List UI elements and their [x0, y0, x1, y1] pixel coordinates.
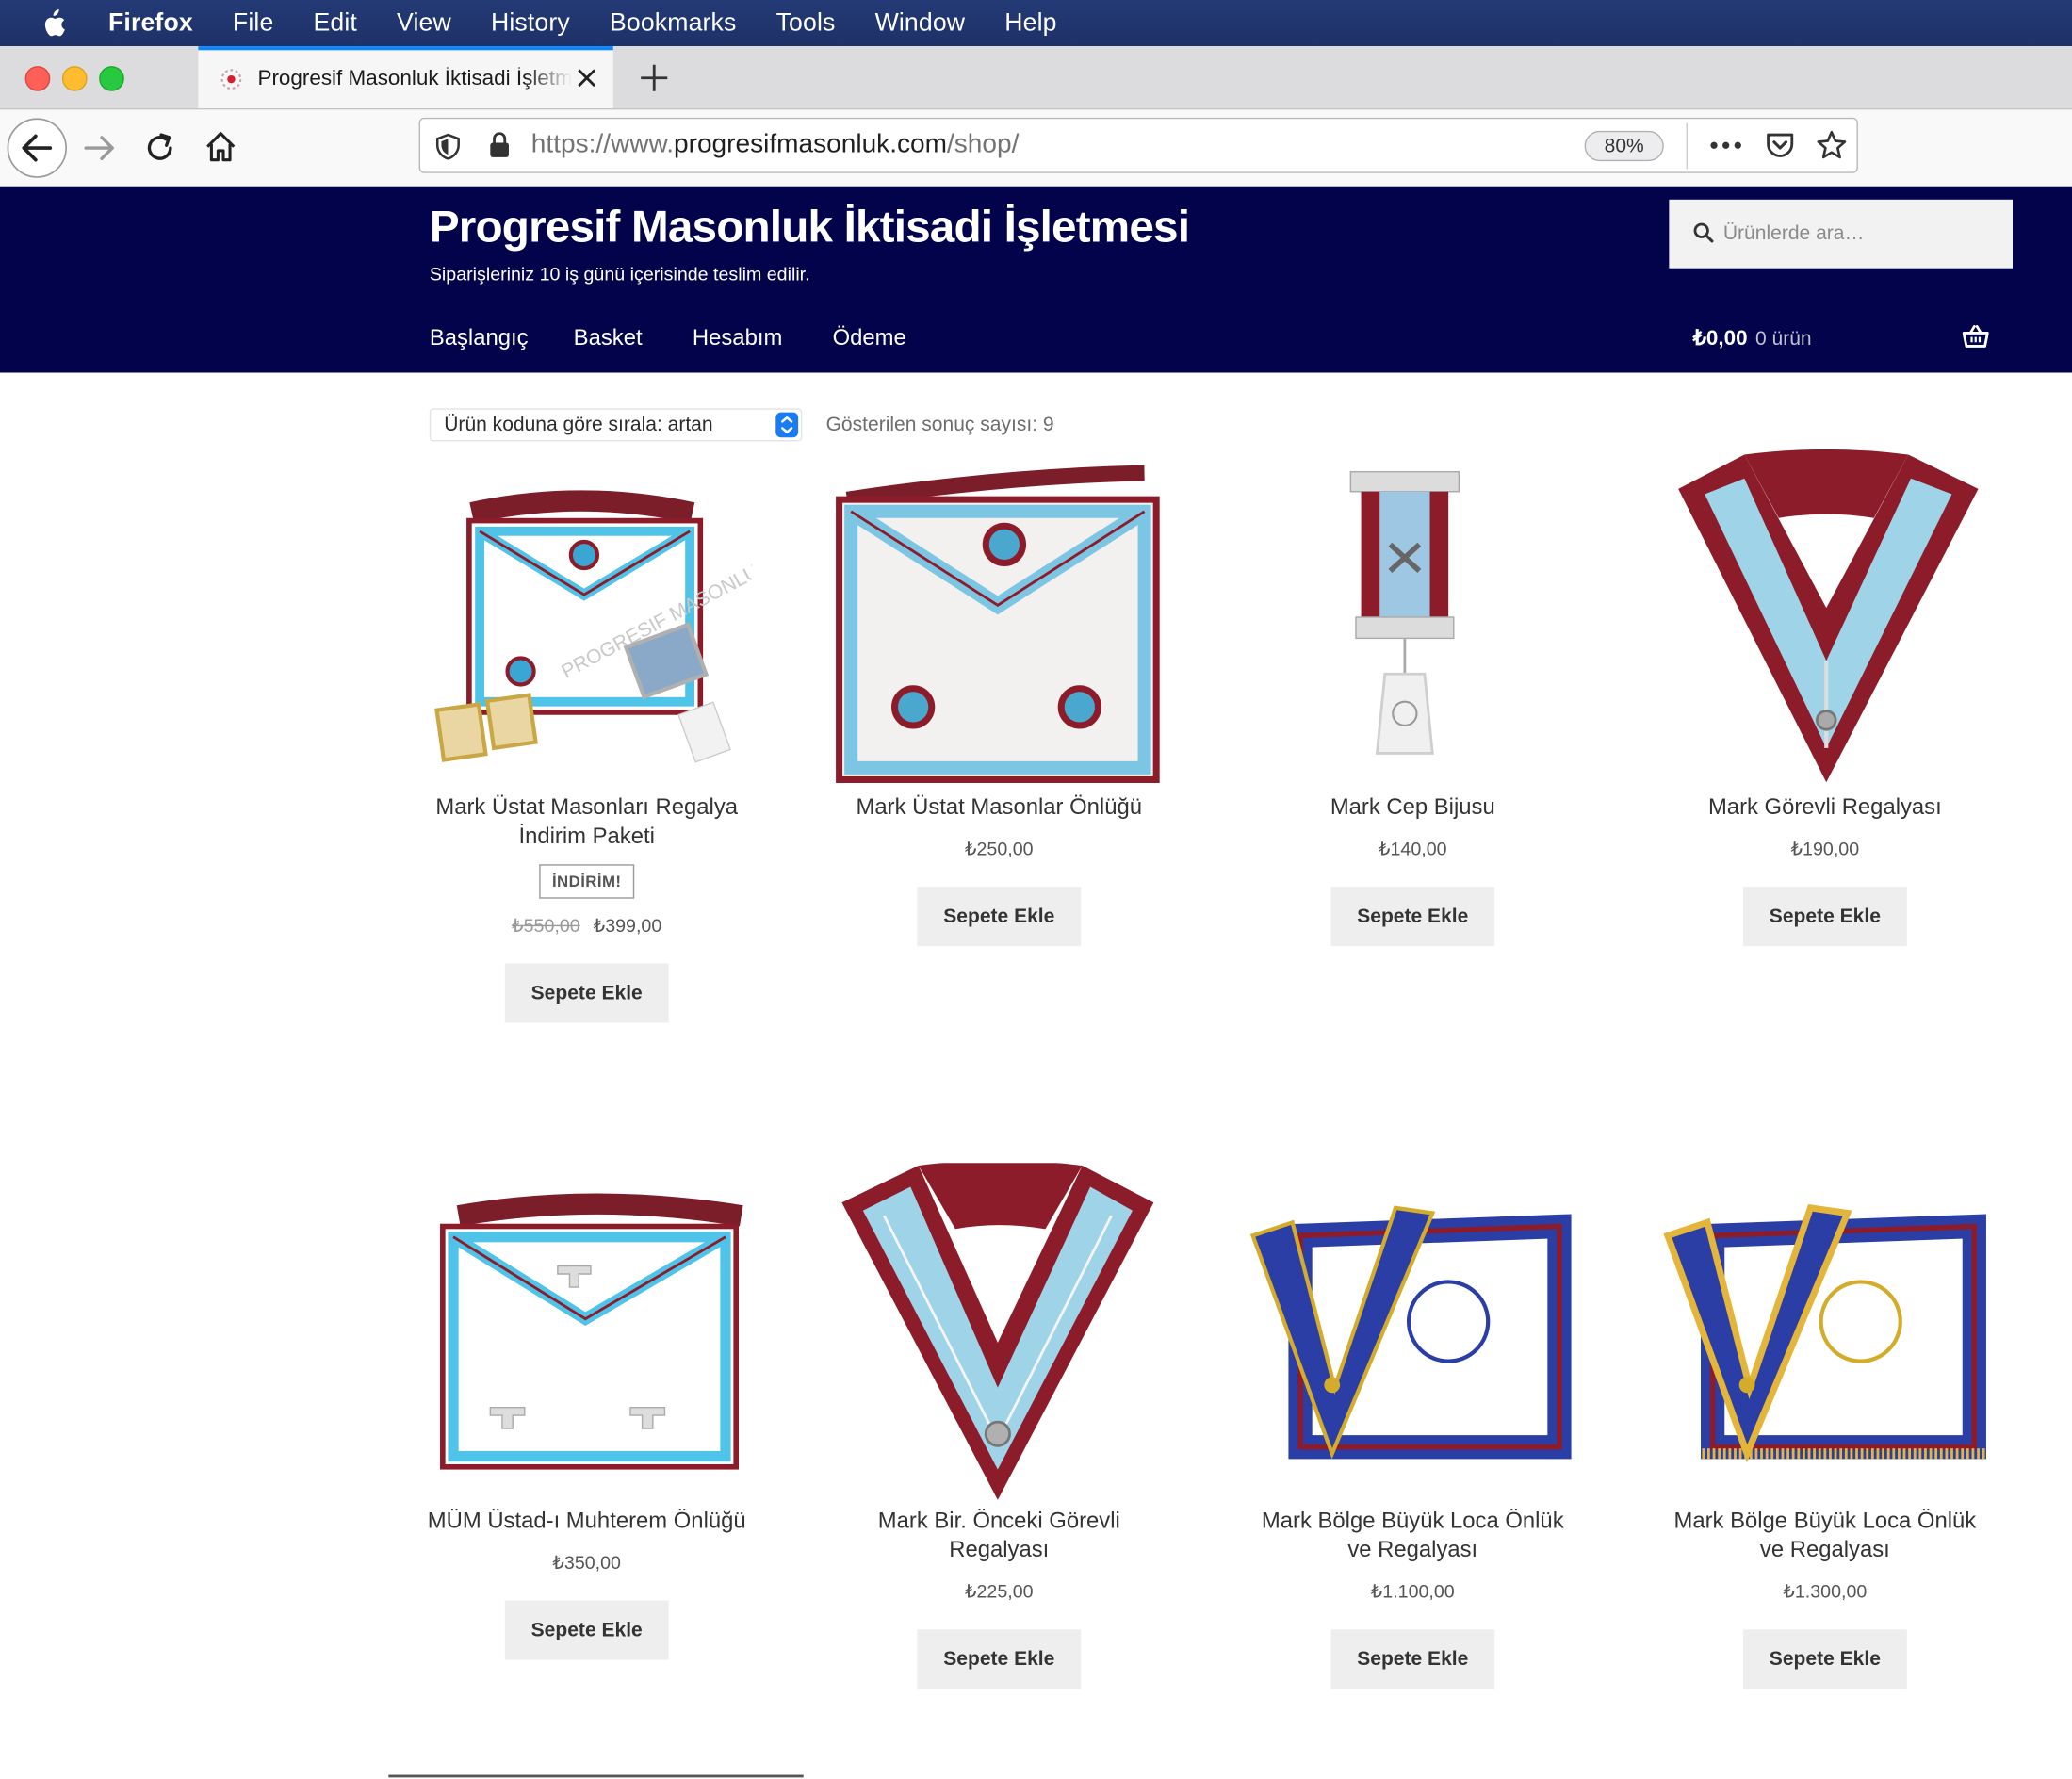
- product-card: PROGRESIF MASONLUK Mark Üstat Masonları …: [421, 449, 775, 1023]
- product-card: MÜM Üstad-ı Muhterem Önlüğü ₺350,00 Sepe…: [421, 1163, 752, 1660]
- apple-icon[interactable]: [40, 8, 76, 38]
- product-price: ₺1.300,00: [1783, 1580, 1868, 1602]
- add-to-cart-button[interactable]: Sepete Ekle: [504, 963, 669, 1023]
- nav-item-hesabim[interactable]: Hesabım: [693, 325, 782, 351]
- pagination-divider: [388, 1774, 804, 1778]
- menu-edit[interactable]: Edit: [313, 8, 356, 38]
- close-window-button[interactable]: [24, 66, 51, 91]
- minimize-window-button[interactable]: [61, 66, 88, 91]
- zoom-indicator[interactable]: 80%: [1584, 130, 1664, 162]
- shopping-basket-icon[interactable]: [1962, 325, 1989, 349]
- forward-icon[interactable]: [82, 131, 119, 165]
- reload-icon[interactable]: [142, 131, 176, 165]
- product-title[interactable]: Mark Görevli Regalyası: [1660, 793, 1991, 823]
- product-card: Mark Cep Bijusu ₺140,00 Sepete Ekle: [1248, 449, 1578, 947]
- zoom-window-button[interactable]: [99, 66, 124, 91]
- bookmark-star-icon[interactable]: [1816, 129, 1848, 161]
- site-title[interactable]: Progresif Masonluk İktisadi İşletmesi: [430, 203, 1190, 254]
- product-image-pocket-jewel[interactable]: [1248, 449, 1578, 793]
- product-title[interactable]: Mark Bölge Büyük Loca Önlük ve Regalyası: [1248, 1507, 1578, 1565]
- product-image-apron-kit[interactable]: PROGRESIF MASONLUK: [421, 449, 775, 793]
- search-icon: [1693, 222, 1714, 243]
- menu-history[interactable]: History: [491, 8, 570, 38]
- site-favicon-icon: [220, 69, 242, 90]
- product-title[interactable]: Mark Bir. Önceki Görevli Regalyası: [834, 1507, 1165, 1565]
- browser-tab-active[interactable]: Progresif Masonluk İktisadi İşletmesi: [198, 46, 613, 109]
- product-card: Mark Üstat Masonlar Önlüğü ₺250,00 Sepet…: [834, 449, 1165, 947]
- page-actions-icon[interactable]: [1710, 140, 1742, 151]
- nav-item-basket[interactable]: Basket: [574, 325, 643, 351]
- cart-count: 0 ürün: [1754, 327, 1812, 351]
- product-old-price: ₺550,00: [512, 914, 580, 936]
- product-image-officer-collar[interactable]: [1660, 449, 1991, 793]
- product-price: ₺225,00: [965, 1580, 1034, 1602]
- product-card: Mark Bölge Büyük Loca Önlük ve Regalyası…: [1248, 1163, 1578, 1689]
- product-price: ₺250,00: [965, 838, 1034, 859]
- product-sale-price: ₺399,00: [593, 914, 662, 936]
- product-title[interactable]: Mark Cep Bijusu: [1248, 793, 1578, 823]
- url-bar[interactable]: https://www.progresifmasonluk.com/shop/ …: [418, 117, 1858, 173]
- add-to-cart-button[interactable]: Sepete Ekle: [504, 1600, 669, 1660]
- sale-badge: İNDİRİM!: [538, 864, 635, 899]
- site-tagline: Siparişleriniz 10 iş günü içerisinde tes…: [429, 263, 810, 285]
- nav-item-odeme[interactable]: Ödeme: [833, 325, 906, 351]
- result-count: Gösterilen sonuç sayısı: 9: [825, 413, 1054, 436]
- add-to-cart-button[interactable]: Sepete Ekle: [917, 1629, 1082, 1689]
- menu-bookmarks[interactable]: Bookmarks: [610, 8, 737, 38]
- sort-select-value: Ürün koduna göre sırala: artan: [444, 413, 713, 436]
- url-text[interactable]: https://www.progresifmasonluk.com/shop/: [531, 129, 1020, 159]
- product-image-provincial-set-gold[interactable]: [1660, 1163, 1991, 1507]
- menu-help[interactable]: Help: [1004, 8, 1056, 38]
- add-to-cart-button[interactable]: Sepete Ekle: [917, 887, 1082, 947]
- search-placeholder: Ürünlerde ara…: [1722, 221, 1865, 245]
- add-to-cart-button[interactable]: Sepete Ekle: [1330, 887, 1495, 947]
- home-icon[interactable]: [203, 129, 239, 163]
- lock-icon[interactable]: [488, 132, 512, 158]
- product-image-provincial-set[interactable]: [1248, 1163, 1578, 1507]
- product-card: Mark Görevli Regalyası ₺190,00 Sepete Ek…: [1660, 449, 1991, 947]
- product-card: Mark Bir. Önceki Görevli Regalyası ₺225,…: [834, 1160, 1165, 1689]
- product-title[interactable]: Mark Üstat Masonlar Önlüğü: [834, 793, 1165, 823]
- tab-title: Progresif Masonluk İktisadi İşletmesi: [257, 67, 573, 90]
- pocket-icon[interactable]: [1764, 131, 1796, 160]
- menu-file[interactable]: File: [233, 8, 273, 38]
- urlbar-divider: [1686, 122, 1688, 170]
- os-menubar: Firefox File Edit View History Bookmarks…: [0, 0, 2072, 47]
- tracking-shield-icon[interactable]: [434, 132, 461, 161]
- product-title[interactable]: Mark Üstat Masonları Regalya İndirim Pak…: [421, 793, 752, 852]
- product-search-field[interactable]: Ürünlerde ara…: [1669, 199, 2014, 269]
- add-to-cart-button[interactable]: Sepete Ekle: [1742, 887, 1907, 947]
- product-price: ₺550,00 ₺399,00: [421, 915, 752, 938]
- sort-select[interactable]: Ürün koduna göre sırala: artan: [429, 408, 803, 442]
- tab-strip: Progresif Masonluk İktisadi İşletmesi: [0, 46, 2072, 110]
- menu-view[interactable]: View: [397, 8, 451, 38]
- select-arrows-icon: [775, 412, 799, 438]
- add-to-cart-button[interactable]: Sepete Ekle: [1742, 1629, 1907, 1689]
- product-price: ₺1.100,00: [1370, 1580, 1455, 1602]
- nav-item-baslangic[interactable]: Başlangıç: [430, 325, 529, 351]
- product-image-past-officer-collar[interactable]: [834, 1160, 1165, 1507]
- close-tab-icon[interactable]: [574, 65, 600, 91]
- product-price: ₺190,00: [1790, 838, 1860, 859]
- menu-tools[interactable]: Tools: [776, 8, 836, 38]
- menu-window[interactable]: Window: [875, 8, 966, 38]
- product-card: Mark Bölge Büyük Loca Önlük ve Regalyası…: [1660, 1163, 1991, 1689]
- new-tab-icon[interactable]: [637, 61, 671, 95]
- back-icon[interactable]: [6, 116, 69, 179]
- product-price: ₺350,00: [552, 1551, 621, 1573]
- product-title[interactable]: Mark Bölge Büyük Loca Önlük ve Regalyası: [1660, 1507, 1991, 1565]
- browser-navbar: https://www.progresifmasonluk.com/shop/ …: [0, 109, 2072, 188]
- product-image-master-apron[interactable]: [834, 449, 1165, 793]
- product-title[interactable]: MÜM Üstad-ı Muhterem Önlüğü: [421, 1507, 752, 1536]
- header-cart-link[interactable]: ₺0,00 0 ürün: [1693, 325, 1812, 351]
- cart-amount: ₺0,00: [1692, 327, 1748, 351]
- menu-firefox[interactable]: Firefox: [108, 8, 193, 38]
- add-to-cart-button[interactable]: Sepete Ekle: [1330, 1629, 1495, 1689]
- product-image-wm-apron[interactable]: [421, 1163, 752, 1507]
- product-price: ₺140,00: [1378, 838, 1447, 859]
